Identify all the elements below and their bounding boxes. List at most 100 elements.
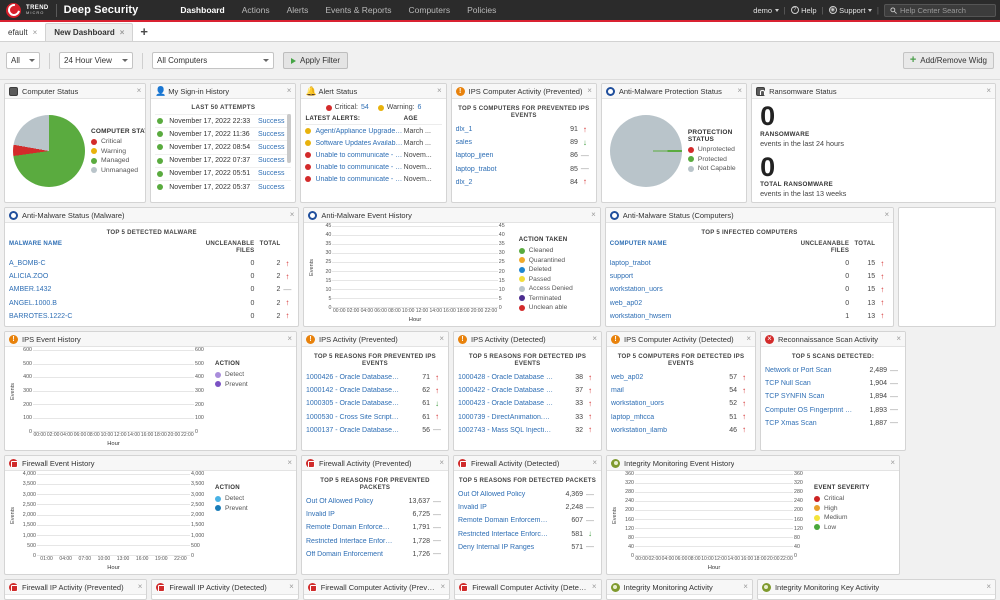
tab-default[interactable]: efault × [0,23,45,41]
nav-item-computers[interactable]: Computers [409,5,451,15]
item-name[interactable]: A_BOMB-C [9,260,192,267]
item-name[interactable]: TCP Xmas Scan [765,420,857,427]
item-name[interactable]: Restricted Interface Enforcement [306,538,398,545]
item-name[interactable]: Deny Internal IP Ranges [458,544,553,551]
apply-filter-button[interactable]: Apply Filter [283,52,348,69]
item-name[interactable]: Remote Domain Enforcement (... [458,517,553,524]
close-icon[interactable]: × [439,459,444,467]
item-name[interactable]: ANGEL.1000.B [9,300,192,307]
item-name[interactable]: 1000428 - Oracle Database Ser... [458,374,557,381]
nav-item-events-reports[interactable]: Events & Reports [325,5,391,15]
item-name[interactable]: workstation_ilamb [611,427,711,434]
alert-text[interactable]: Unable to communicate - Windo... [315,176,403,183]
item-name[interactable]: laptop_trabot [456,166,552,173]
item-name[interactable]: 1002743 - Mass SQL Injection S... [458,427,557,434]
nav-item-policies[interactable]: Policies [467,5,496,15]
item-name[interactable]: 1000142 - Oracle Database Ser... [306,387,404,394]
close-icon[interactable]: × [287,87,292,95]
close-icon[interactable]: × [138,583,143,591]
close-icon[interactable]: × [33,28,38,37]
close-icon[interactable]: × [737,87,742,95]
item-name[interactable]: Network or Port Scan [765,367,857,374]
item-name[interactable]: 1000739 - DirectAnimation.DAT... [458,414,557,421]
close-icon[interactable]: × [437,87,442,95]
support-menu[interactable]: ◉ Support [829,6,872,15]
user-menu[interactable]: demo [753,6,778,15]
item-name[interactable]: laptop_jjeen [456,152,552,159]
close-icon[interactable]: × [592,583,597,591]
close-icon[interactable]: × [591,211,596,219]
item-name[interactable]: BARROTES.1222-C [9,313,192,320]
computers-select[interactable]: All Computers [152,52,274,69]
close-icon[interactable]: × [986,87,991,95]
item-name[interactable]: 1000530 - Cross Site Scripting i... [306,414,404,421]
signin-status[interactable]: Success [258,131,289,138]
close-icon[interactable]: × [287,459,292,467]
item-name[interactable]: Restricted Interface Enforcement [458,531,553,538]
item-name[interactable]: 1000137 - Oracle Database Ser... [306,427,404,434]
close-icon[interactable]: × [287,335,292,343]
item-name[interactable]: workstation_hwsem [610,313,787,320]
item-name[interactable]: web_ap02 [610,300,787,307]
item-name[interactable]: 1000423 - Oracle Database Ser... [458,400,557,407]
alert-text[interactable]: Unable to communicate - win201... [315,164,403,171]
close-icon[interactable]: × [743,583,748,591]
tab-new-dashboard[interactable]: New Dashboard × [45,23,133,41]
close-icon[interactable]: × [137,87,142,95]
close-icon[interactable]: × [592,459,597,467]
item-name[interactable]: TCP Null Scan [765,380,857,387]
item-name[interactable]: Off Domain Enforcement [306,551,398,558]
scrollbar-thumb[interactable] [287,114,291,163]
close-icon[interactable]: × [441,583,446,591]
item-name[interactable]: ALICIA.ZOO [9,273,192,280]
close-icon[interactable]: × [120,28,125,37]
alert-text[interactable]: Unable to communicate - dtvva tr... [315,152,403,159]
close-icon[interactable]: × [439,335,444,343]
alert-text[interactable]: Software Updates Available for I... [315,140,403,147]
close-icon[interactable]: × [885,211,890,219]
item-name[interactable]: support [610,273,787,280]
item-name[interactable]: 1000426 - Oracle Database Ser... [306,374,404,381]
item-name[interactable]: laptop_mficca [611,414,711,421]
alert-text[interactable]: Agent/Appliance Upgrade Reco... [315,128,403,135]
time-period-select[interactable]: 24 Hour View [59,52,133,69]
signin-status[interactable]: Success [258,184,289,191]
item-name[interactable]: workstation_uors [610,286,787,293]
signin-status[interactable]: Success [258,144,289,151]
nav-item-alerts[interactable]: Alerts [287,5,309,15]
nav-item-dashboard[interactable]: Dashboard [180,5,224,15]
item-name[interactable]: dlx_1 [456,126,552,133]
item-name[interactable]: Out Of Allowed Policy [458,491,553,498]
item-name[interactable]: Invalid IP [306,511,398,518]
item-name[interactable]: 1000422 - Oracle Database Ser... [458,387,557,394]
item-name[interactable]: Invalid IP [458,504,553,511]
close-icon[interactable]: × [289,583,294,591]
nav-item-actions[interactable]: Actions [242,5,270,15]
item-name[interactable]: Computer OS Fingerprint Probe [765,407,857,414]
help-menu[interactable]: ? Help [791,6,817,15]
close-icon[interactable]: × [746,335,751,343]
close-icon[interactable]: × [290,211,295,219]
close-icon[interactable]: × [890,459,895,467]
item-name[interactable]: workstation_uors [611,400,711,407]
item-name[interactable]: Remote Domain Enforcement (... [306,524,398,531]
add-tab-button[interactable]: + [133,23,155,41]
item-name[interactable]: web_ap02 [611,374,711,381]
item-name[interactable]: dlx_2 [456,179,552,186]
item-name[interactable]: mail [611,387,711,394]
close-icon[interactable]: × [896,335,901,343]
close-icon[interactable]: × [592,335,597,343]
scope-select[interactable]: All [6,52,40,69]
add-remove-widgets-button[interactable]: + Add/Remove Widg [903,52,994,69]
item-name[interactable]: Out Of Allowed Policy [306,498,398,505]
item-name[interactable]: laptop_trabot [610,260,787,267]
close-icon[interactable]: × [587,87,592,95]
item-name[interactable]: TCP SYNFIN Scan [765,393,857,400]
close-icon[interactable]: × [986,583,991,591]
item-name[interactable]: sales [456,139,552,146]
signin-status[interactable]: Success [258,118,289,125]
signin-status[interactable]: Success [258,157,289,164]
signin-status[interactable]: Success [258,170,289,177]
help-center-search[interactable]: Help Center Search [884,4,996,17]
item-name[interactable]: 1000305 - Oracle Database Ser... [306,400,404,407]
